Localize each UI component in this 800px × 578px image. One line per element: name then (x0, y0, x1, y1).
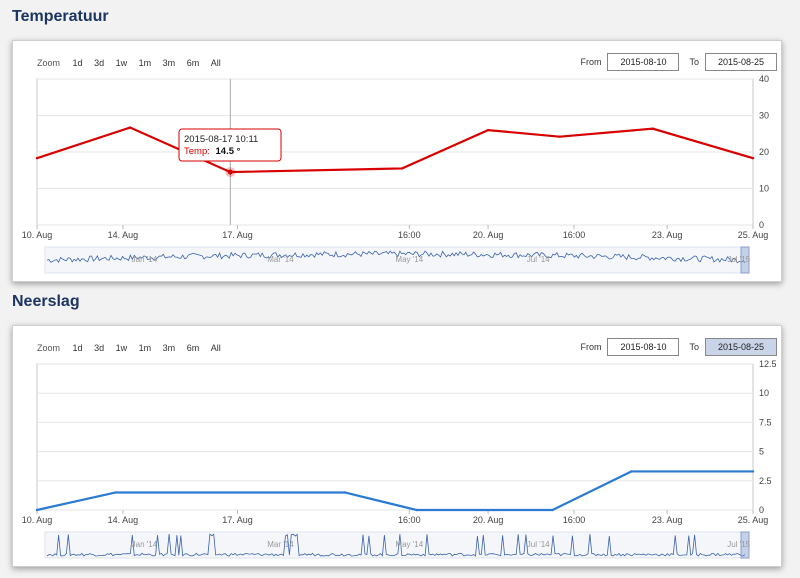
section-title-neerslag: Neerslag (12, 293, 80, 310)
x-tick-label: 23. Aug (652, 230, 683, 240)
data-point[interactable] (114, 491, 117, 494)
data-point[interactable] (751, 157, 755, 160)
temperature-chart: 0 10 20 30 40 10. Aug 14. Aug 17. Aug 16:00 20. … (22, 74, 769, 274)
data-point[interactable] (558, 135, 561, 138)
navigator-label: Jul '15 (727, 540, 750, 549)
plot-area (36, 363, 754, 511)
data-point[interactable] (751, 470, 755, 473)
x-tick-label: 25. Aug (738, 515, 769, 525)
data-point[interactable] (343, 491, 347, 494)
navigator-label: Mar '14 (267, 540, 294, 549)
x-tick-label: 20. Aug (473, 230, 504, 240)
y-tick-label: 2.5 (759, 476, 772, 486)
y-tick-label: 10 (759, 388, 769, 398)
x-tick-label: 25. Aug (738, 230, 769, 240)
navigator-label: Jul '15 (727, 255, 750, 264)
section-title-temperatuur: Temperatuur (12, 8, 109, 25)
x-tick-label: 16:00 (563, 230, 586, 240)
data-point[interactable] (630, 470, 633, 473)
tooltip-date: 2015-08-17 10:11 (184, 134, 258, 145)
data-point[interactable] (651, 127, 654, 130)
tooltip-value: 14.5 ° (216, 146, 241, 157)
x-tick-label: 10. Aug (22, 515, 53, 525)
precipitation-chart: 0 2.5 5 7.5 10 12.5 10. Aug 14. Aug 17. Aug 16:0… (22, 359, 777, 559)
data-point[interactable] (35, 157, 39, 160)
y-tick-label: 40 (759, 74, 769, 84)
precipitation-chart-panel: Zoom 1d 3d 1w 1m 3m 6m All From To 02.55… (12, 325, 782, 567)
data-point[interactable] (486, 128, 490, 132)
x-tick-label: 10. Aug (22, 230, 53, 240)
y-tick-label: 0 (759, 220, 764, 230)
y-tick-label: 10 (759, 184, 769, 194)
navigator-label: Jan '14 (132, 540, 158, 549)
y-tick-label: 20 (759, 147, 769, 157)
navigator-label: Jul '14 (527, 255, 550, 264)
x-tick-label: 17. Aug (222, 230, 253, 240)
series-line (36, 470, 753, 512)
data-point[interactable] (415, 508, 418, 512)
navigator-label: May '14 (395, 540, 423, 549)
x-tick-label: 16:00 (398, 230, 421, 240)
navigator-label: Jul '14 (527, 540, 550, 549)
tooltip-series-label: Temp: (184, 146, 210, 157)
tooltip-value-line: Temp: 14.5 ° (184, 146, 241, 157)
navigator-label: Jan '14 (132, 255, 158, 264)
x-tick-label: 16:00 (563, 515, 586, 525)
hover-point (227, 169, 233, 175)
data-point[interactable] (400, 167, 404, 170)
temperature-chart-panel: Zoom 1d 3d 1w 1m 3m 6m All From To 01020… (12, 40, 782, 282)
data-point[interactable] (128, 126, 132, 129)
y-tick-label: 30 (759, 111, 769, 121)
x-tick-label: 20. Aug (473, 515, 504, 525)
data-point[interactable] (35, 508, 39, 512)
x-tick-label: 14. Aug (108, 515, 139, 525)
x-tick-label: 17. Aug (222, 515, 253, 525)
series-line (36, 126, 754, 174)
x-tick-label: 16:00 (398, 515, 421, 525)
navigator-label: May '14 (395, 255, 423, 264)
navigator-label: Mar '14 (267, 255, 294, 264)
y-tick-label: 5 (759, 447, 764, 457)
y-tick-label: 12.5 (759, 359, 777, 369)
x-tick-label: 23. Aug (652, 515, 683, 525)
data-point[interactable] (551, 508, 554, 512)
tooltip: 2015-08-17 10:11 Temp: 14.5 ° (178, 128, 282, 162)
y-tick-label: 0 (759, 505, 764, 515)
x-tick-label: 14. Aug (108, 230, 139, 240)
y-tick-label: 7.5 (759, 417, 772, 427)
